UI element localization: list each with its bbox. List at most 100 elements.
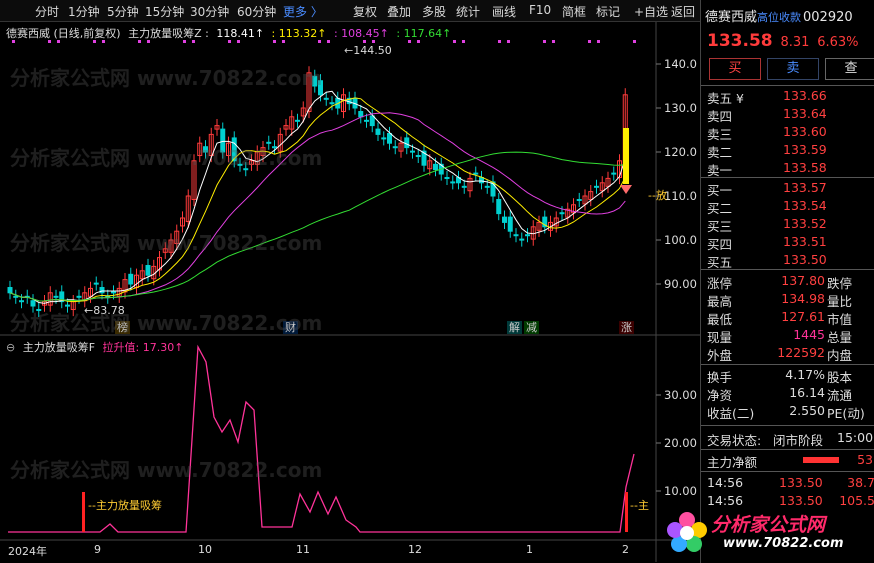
quote-panel: 德赛西威高位收款 002920 133.58 8.31 6.63% 买 卖 查 卖… [667, 0, 874, 563]
sub-indicator-label: 主力放量吸筹F [22, 341, 96, 354]
date-label-nov: 11 [296, 543, 310, 556]
candle-body [519, 238, 525, 241]
stat-row-outer: 外盘 122592 内盘 [707, 345, 853, 363]
candle-body [392, 146, 398, 149]
y-tick-120: 120.0 [664, 145, 697, 159]
y-tick-90: 90.00 [664, 277, 697, 291]
y-tick-130: 130.0 [664, 101, 697, 115]
sub-y-tick-30: 30.00 [664, 388, 697, 402]
toolbar-tool-6[interactable]: 简框 [562, 3, 586, 20]
sub-collapse-icon: ⊖ [6, 341, 16, 354]
period-tab-5[interactable]: 60分钟 [237, 3, 276, 20]
candle-body [576, 199, 582, 202]
candle-body [364, 119, 369, 122]
candle-body [369, 115, 375, 127]
candle-body [484, 185, 490, 188]
signal-bar [623, 128, 629, 184]
candle-body [65, 304, 70, 307]
period-tab-0[interactable]: 分时 [35, 3, 59, 20]
period-tab-2[interactable]: 5分钟 [107, 3, 139, 20]
quote-price-line: 133.58 8.31 6.63% [707, 31, 859, 51]
candle-body [19, 300, 24, 303]
buy-button[interactable]: 买 [709, 58, 761, 80]
candle-body [513, 234, 519, 237]
event-marker-cai[interactable]: 财 [283, 321, 298, 334]
last-price: 133.58 [707, 31, 773, 51]
candle-body [323, 97, 329, 100]
sell-button[interactable]: 卖 [767, 58, 819, 80]
sub-annotation: --主力放量吸筹 [88, 499, 162, 512]
candle-body [36, 309, 42, 312]
stock-period-label: 德赛西威 (日线,前复权) [6, 27, 121, 40]
low-price-marker: ←83.78 [84, 304, 125, 317]
period-tab-4[interactable]: 30分钟 [190, 3, 229, 20]
candle-body [295, 119, 300, 122]
candle-body [7, 287, 13, 294]
event-marker-bang[interactable]: 榜 [115, 321, 130, 334]
ask-level-3: 卖三 133.60 [707, 124, 827, 142]
toolbar-tool-3[interactable]: 统计 [456, 3, 480, 20]
ask-level-5: 卖五 ¥133.66 [707, 88, 827, 106]
toolbar-tool-7[interactable]: 标记 [596, 3, 620, 20]
toolbar-tool-5[interactable]: F10 [529, 3, 551, 17]
stat-row-netasset: 净资 16.14 流通 [707, 385, 853, 403]
date-label-feb: 2 [622, 543, 629, 556]
sub-right-tag: --主 [630, 499, 649, 512]
candle-body [318, 80, 323, 96]
toolbar-tool-0[interactable]: 复权 [353, 3, 377, 20]
ask-level-1: 卖一 133.58 [707, 160, 827, 178]
period-tab-1[interactable]: 1分钟 [68, 3, 100, 20]
stat-row-low: 最低 127.61 市值 [707, 309, 853, 327]
candle-body [99, 287, 105, 294]
signal-dot [552, 40, 555, 43]
stat-row-turnover: 换手 4.17% 股本 [707, 367, 853, 385]
candle-body [375, 128, 381, 135]
more-periods-button[interactable]: 更多 〉 [283, 3, 323, 20]
price-change: 8.31 [780, 35, 810, 50]
ma-value-4: : 117.64↑ [396, 27, 452, 40]
kline-info-line: 德赛西威 (日线,前复权) 主力放量吸筹Z : 118.41↑ : 113.32… [6, 25, 455, 41]
event-marker-jie[interactable]: 解 [507, 321, 522, 334]
toolbar-tool-1[interactable]: 叠加 [387, 3, 411, 20]
date-label-year: 2024年 [8, 545, 47, 558]
candle-body [507, 216, 513, 232]
date-label-jan: 1 [526, 543, 533, 556]
stat-row-eps: 收益(二) 2.550 PE(动) [707, 403, 865, 421]
stat-row-volume: 现量 1445 总量 [707, 327, 853, 345]
stock-name: 德赛西威 [705, 10, 758, 25]
candle-body [479, 177, 484, 184]
toolbar-tool-2[interactable]: 多股 [422, 3, 446, 20]
stock-tag[interactable]: 高位收款 [757, 11, 801, 24]
candle-body [272, 146, 277, 149]
flower-logo-icon [667, 512, 707, 552]
toolbar-tool-9[interactable]: 返回 [671, 3, 695, 20]
signal-dot [543, 40, 546, 43]
event-marker-zhang[interactable]: 涨 [619, 321, 634, 334]
sub-signal-bar-right [625, 492, 628, 532]
toolbar-tool-8[interactable]: +自选 [634, 3, 668, 20]
signal-arrow-icon [620, 185, 632, 194]
candle-body [111, 291, 116, 294]
candle-body [329, 102, 335, 105]
candle-body [594, 185, 599, 188]
candle-body [473, 172, 479, 175]
candle-body [237, 163, 243, 166]
trade-state-row: 交易状态: 闭市阶段 15:00: [707, 430, 874, 448]
candle-body [243, 168, 249, 171]
ma-value-3: : 108.45↑ [333, 27, 389, 40]
ask-level-2: 卖二 133.59 [707, 142, 827, 160]
date-label-sep: 9 [94, 543, 101, 556]
candle-body [312, 75, 318, 87]
event-marker-jian[interactable]: 减 [524, 321, 539, 334]
signal-dot [633, 40, 636, 43]
sub-y-tick-20: 20.00 [664, 436, 697, 450]
sub-value-label: 拉升值: 17.30↑ [102, 341, 184, 354]
period-tab-3[interactable]: 15分钟 [145, 3, 184, 20]
toolbar-tool-4[interactable]: 画线 [492, 3, 516, 20]
kline-chart[interactable] [0, 22, 700, 563]
ma-value-1: 118.41↑ [216, 27, 265, 40]
candle-body [496, 199, 502, 215]
sub-signal-bar-left [82, 492, 85, 532]
query-button[interactable]: 查 [825, 58, 874, 80]
date-label-dec: 12 [408, 543, 422, 556]
